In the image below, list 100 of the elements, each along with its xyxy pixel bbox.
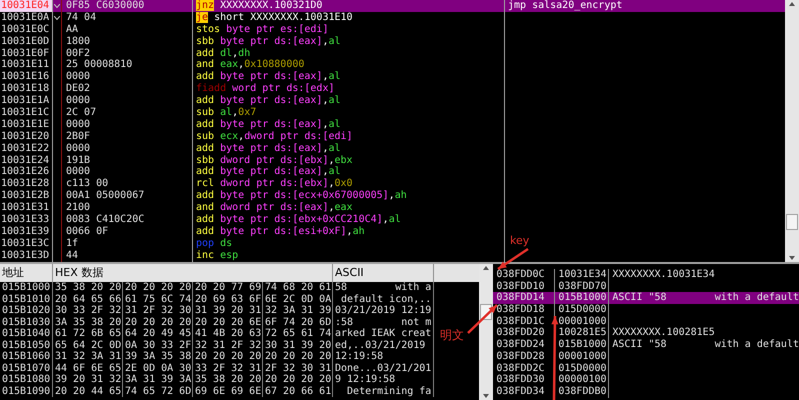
instruction-cell: add byte ptr ds:[eax],al: [193, 95, 505, 108]
address-cell: 038FDD24: [493, 339, 556, 351]
instruction-cell: add byte ptr ds:[esi+0xF],ah: [193, 226, 505, 238]
hex-bytes-cell: 69 6E 69 6E: [193, 386, 263, 397]
address-cell: 10031E11: [0, 59, 53, 72]
address-cell: 015B1010: [0, 294, 53, 305]
hex-bytes-cell: 0000: [61, 166, 193, 178]
hex-bytes-cell: 41 4B 20 63: [193, 328, 263, 340]
code-row[interactable]: 10031E0A 74 04 je short XXXXXXXX.10031E10: [0, 12, 505, 24]
hex-bytes-cell: 20 20 20 20: [263, 374, 333, 386]
stack-row[interactable]: 038FDD2C 015D0000: [493, 362, 799, 374]
stack-row[interactable]: 038FDD20 100281E5 XXXXXXXX.100281E5: [493, 327, 799, 340]
code-row[interactable]: 10031E24 191B sbb dword ptr ds:[ebx],ebx: [0, 154, 505, 166]
address-cell: 038FDD2C: [493, 362, 556, 374]
hex-bytes-cell: 61 75 6C 74: [123, 294, 193, 305]
ascii-cell: :58 not m: [333, 316, 434, 328]
instruction-cell: rcl dword ptr ds:[ebx],0x0: [193, 178, 505, 190]
address-cell: 10031E22: [0, 142, 53, 155]
scrollbar-thumb[interactable]: [786, 214, 798, 230]
code-row[interactable]: 10031E2B 00A1 05000067 add byte ptr ds:[ecx+0x67000005],ah: [0, 190, 505, 202]
code-row[interactable]: 10031E1C 2C 07 sub al,0x7: [0, 107, 505, 119]
code-row[interactable]: 10031E31 2100 and dword ptr ds:[eax],eax: [0, 202, 505, 214]
instruction-cell: add byte ptr ds:[eax],al: [193, 118, 505, 131]
code-row[interactable]: 10031E26 0000 add byte ptr ds:[eax],al: [0, 166, 505, 178]
address-cell: 10031E24: [0, 154, 53, 166]
value-cell: 038FDDB0: [555, 386, 610, 398]
hex-bytes-cell: 0066 0F: [61, 226, 193, 238]
hex-bytes-cell: 20 20 20 20: [123, 316, 193, 328]
hex-bytes-cell: 20 64 65 66: [53, 294, 123, 305]
instruction-cell: inc esp: [193, 250, 505, 262]
instruction-cell: sbb byte ptr ds:[eax],al: [193, 36, 505, 48]
address-cell: 10031E16: [0, 71, 53, 84]
column-header[interactable]: 地址: [0, 264, 53, 282]
address-cell: 10031E31: [0, 202, 53, 214]
code-row[interactable]: 10031E0F 00F2 add dl,dh: [0, 48, 505, 60]
hex-bytes-cell: 74 68 20 61: [263, 282, 333, 294]
column-header[interactable]: ASCII: [333, 264, 434, 282]
value-cell: 00000100: [555, 374, 610, 386]
vertical-scrollbar[interactable]: [785, 0, 799, 262]
code-row[interactable]: 10031E04 0F85 C6030000 jnz XXXXXXXX.100321D0: [0, 0, 505, 12]
code-row[interactable]: 10031E0C AA stos byte ptr es:[edi]: [0, 24, 505, 36]
ascii-cell: 12:19:58: [333, 351, 434, 362]
hex-bytes-cell: 65 64 2C 0D: [53, 340, 123, 351]
code-row[interactable]: 10031E39 0066 0F add byte ptr ds:[esi+0xF],ah: [0, 226, 505, 238]
address-cell: 10031E18: [0, 83, 53, 96]
hex-bytes-cell: 35 38 20 20: [193, 374, 263, 386]
stack-row[interactable]: 038FDD14 015B1000 ASCII "58 with a default: [493, 292, 799, 304]
address-cell: 10031E04: [0, 0, 53, 12]
value-cell: 100281E5: [555, 327, 610, 340]
hex-bytes-cell: 32 3A 31 39: [263, 305, 333, 316]
hex-bytes-cell: 20 69 63 6F: [193, 294, 263, 305]
instruction-cell: sub ecx,dword ptr ds:[edi]: [193, 130, 505, 143]
instruction-cell: stos byte ptr es:[edi]: [193, 24, 505, 36]
code-row[interactable]: 10031E22 0000 add byte ptr ds:[eax],al: [0, 142, 505, 155]
annotation-arrow: [467, 304, 498, 334]
code-row[interactable]: 10031E3C 1f pop ds: [0, 238, 505, 250]
address-cell: 038FDD34: [493, 386, 556, 398]
hex-bytes-cell: 31 2F 32 30: [123, 305, 193, 316]
stack-row[interactable]: 038FDD24 015B1000 ASCII "58 with a default: [493, 339, 799, 351]
annotation-label: key: [510, 234, 530, 247]
scroll-up-icon[interactable]: [482, 264, 490, 272]
code-row[interactable]: 10031E18 DE02 fiadd word ptr ds:[edx]: [0, 83, 505, 96]
stack-row[interactable]: 038FDD34 038FDDB0: [493, 386, 799, 398]
hex-bytes-cell: DE02: [61, 83, 193, 96]
code-row[interactable]: 10031E1A 0000 add byte ptr ds:[eax],al: [0, 95, 505, 108]
hex-bytes-cell: 20 20 20 20: [123, 282, 193, 294]
code-row[interactable]: 10031E1E 0000 add byte ptr ds:[eax],al: [0, 118, 505, 131]
code-row[interactable]: 10031E20 2B0F sub ecx,dword ptr ds:[edi]: [0, 130, 505, 143]
value-cell: 10031E34: [555, 269, 610, 281]
hex-bytes-cell: 2F 32 30 31: [263, 362, 333, 374]
code-row[interactable]: 10031E28 c113 00 rcl dword ptr ds:[ebx],0x0: [0, 178, 505, 190]
ascii-cell: arked IEAK creat: [333, 328, 434, 340]
stack-row[interactable]: 038FDD30 00000100: [493, 374, 799, 386]
value-cell: 015D0000: [555, 304, 610, 316]
hex-bytes-cell: 20 20 20 20: [193, 351, 263, 362]
hex-bytes-cell: 0000: [61, 95, 193, 108]
column-header[interactable]: HEX 数据: [53, 264, 333, 282]
hex-bytes-cell: 44 6F 6E 65: [53, 362, 123, 374]
scroll-down-icon[interactable]: [788, 254, 796, 262]
scroll-up-icon[interactable]: [788, 0, 796, 8]
hex-bytes-cell: c113 00: [61, 178, 193, 190]
hex-bytes-cell: 00F2: [61, 48, 193, 60]
ascii-cell: Determining fa: [333, 386, 434, 397]
address-cell: 10031E0A: [0, 12, 53, 24]
stack-row[interactable]: 038FDD28 00001000: [493, 350, 799, 362]
instruction-cell: add byte ptr ds:[eax],al: [193, 71, 505, 84]
code-row[interactable]: 10031E3D 44 inc esp: [0, 250, 505, 262]
hex-bytes-cell: AA: [61, 24, 193, 36]
scroll-down-icon[interactable]: [482, 392, 490, 400]
code-row[interactable]: 10031E16 0000 add byte ptr ds:[eax],al: [0, 71, 505, 84]
comment-cell-text: XXXXXXXX.10031E34: [611, 269, 716, 281]
stack-row[interactable]: 038FDD0C 10031E34 XXXXXXXX.10031E34: [493, 269, 799, 281]
address-cell: 015B1070: [0, 362, 53, 374]
code-row[interactable]: 10031E33 0083 C410C20C add byte ptr ds:[ebx+0xCC210C4],al: [0, 214, 505, 226]
comment-cell: jmp salsa20_encrypt: [505, 0, 785, 12]
code-row[interactable]: 10031E0D 1800 sbb byte ptr ds:[eax],al: [0, 36, 505, 48]
address-cell: 015B1050: [0, 340, 53, 351]
vertical-scrollbar[interactable]: [479, 264, 494, 400]
code-row[interactable]: 10031E11 25 00008810 and eax,0x10880000: [0, 59, 505, 72]
address-cell: 10031E1C: [0, 107, 53, 119]
